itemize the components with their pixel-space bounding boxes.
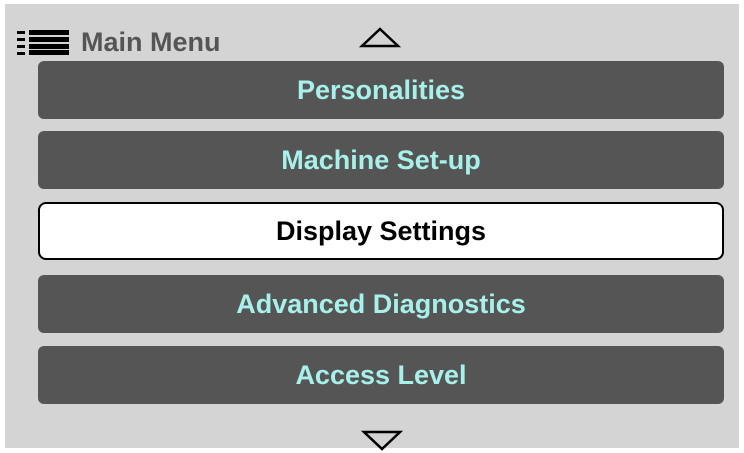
scroll-up-triangle-icon[interactable] [358, 26, 402, 50]
menu-item-access-level[interactable]: Access Level [38, 346, 724, 404]
page-title: Main Menu [81, 26, 221, 57]
menu-lines-icon [17, 30, 69, 55]
menu-item-personalities[interactable]: Personalities [38, 61, 724, 119]
scroll-down-triangle-icon[interactable] [360, 428, 404, 452]
menu-item-machine-setup[interactable]: Machine Set-up [38, 131, 724, 189]
menu-screen: Main Menu Personalities Machine Set-up D… [5, 4, 739, 451]
menu-item-advanced-diagnostics[interactable]: Advanced Diagnostics [38, 275, 724, 333]
menu-item-display-settings[interactable]: Display Settings [38, 202, 724, 260]
menu-header: Main Menu [17, 26, 221, 58]
